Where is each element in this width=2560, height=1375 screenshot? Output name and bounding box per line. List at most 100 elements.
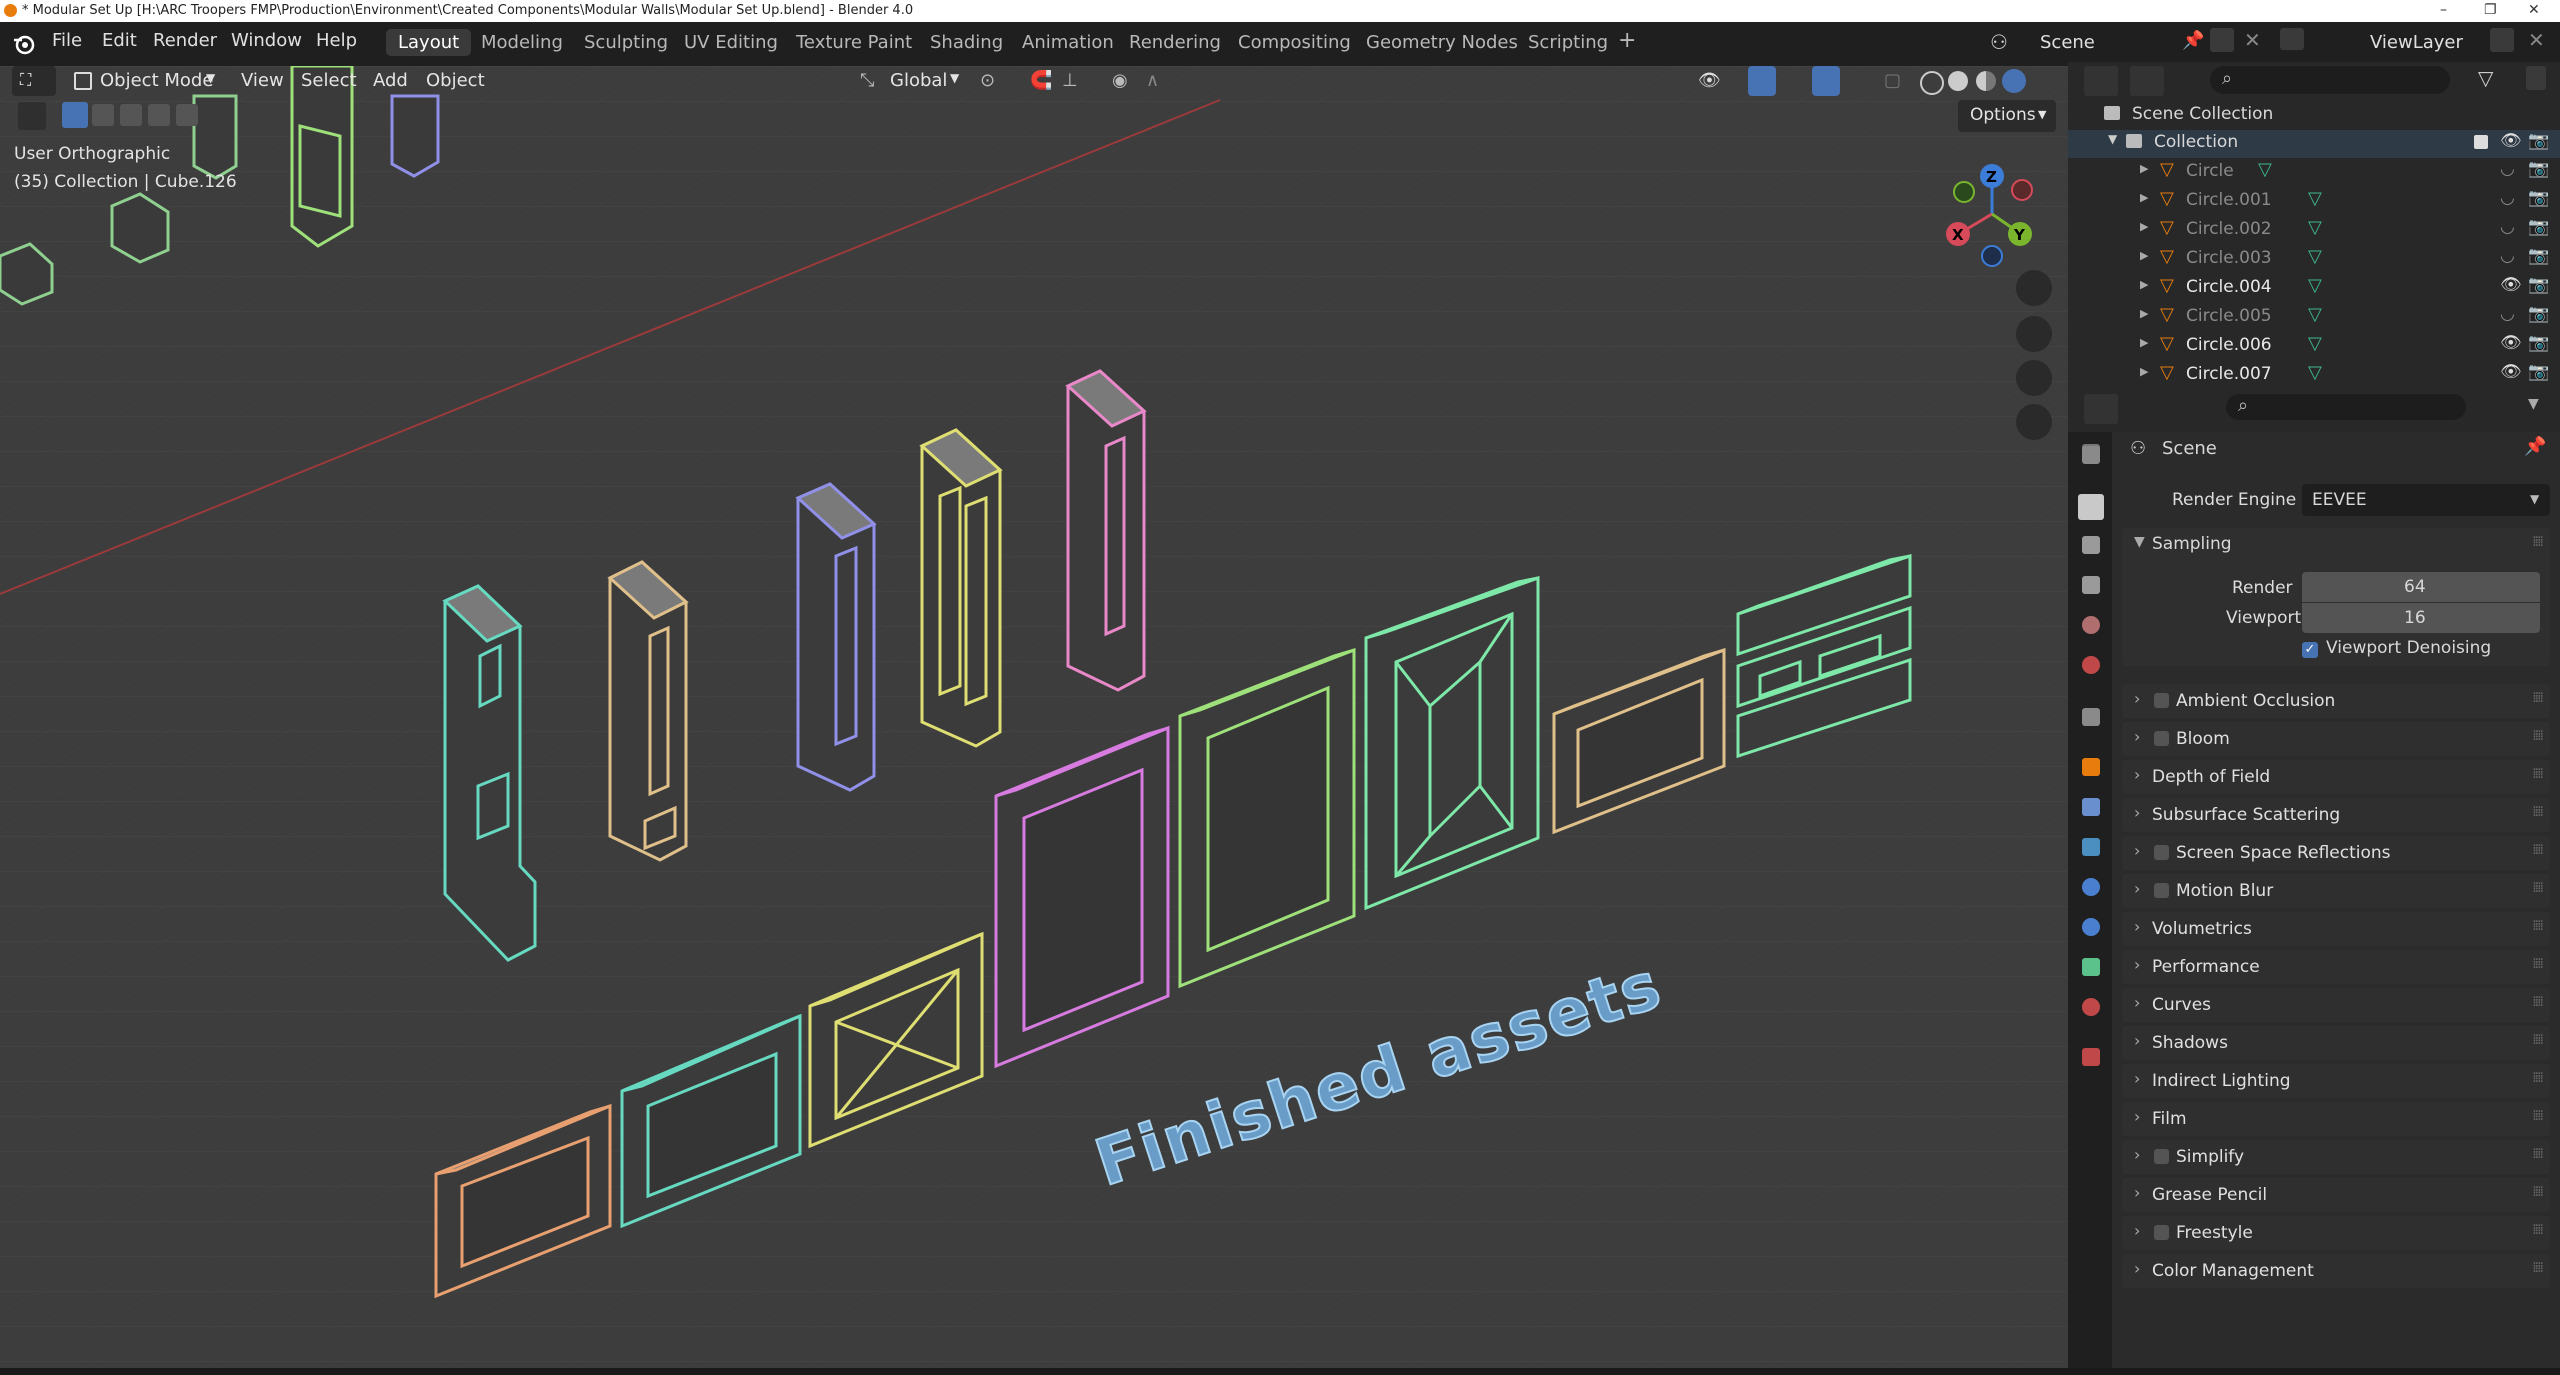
chevron-right-icon[interactable]: ›	[2134, 1145, 2140, 1164]
pillar-partial-green[interactable]	[290, 66, 354, 248]
solid-shading-icon[interactable]	[1948, 71, 1968, 91]
camera-icon[interactable]: 📷	[2528, 362, 2549, 382]
tab-geometry-nodes[interactable]: Geometry Nodes	[1366, 32, 1518, 53]
drag-handle-icon[interactable]: ⁞⁞⁞⁞	[2532, 1070, 2544, 1086]
camera-icon[interactable]: 📷	[2528, 159, 2549, 179]
menu-render[interactable]: Render	[153, 30, 217, 51]
disclosure-triangle-icon[interactable]: ▶	[2140, 249, 2148, 262]
tab-layout[interactable]: Layout	[386, 29, 472, 56]
render-panel-header[interactable]: › Performance ⁞⁞⁞⁞	[2122, 950, 2550, 984]
eye-closed-icon[interactable]: ◡	[2500, 188, 2515, 208]
disclosure-triangle-icon[interactable]: ▶	[2140, 220, 2148, 233]
physics-tab-icon[interactable]	[2082, 878, 2100, 896]
render-samples-field[interactable]: 64	[2302, 572, 2540, 602]
tab-modeling[interactable]: Modeling	[481, 32, 563, 53]
new-collection-icon[interactable]	[2526, 66, 2546, 90]
pivot-point-icon[interactable]: ⊙	[980, 70, 995, 91]
menu-view[interactable]: View	[241, 70, 284, 91]
blender-menu-icon[interactable]	[12, 32, 36, 56]
drag-handle-icon[interactable]: ⁞⁞⁞⁞	[2532, 690, 2544, 706]
output-tab-icon[interactable]	[2082, 536, 2100, 554]
tool-tab-icon[interactable]	[2082, 446, 2100, 464]
drag-handle-icon[interactable]: ⁞⁞⁞⁞	[2532, 804, 2544, 820]
render-panel-header[interactable]: › Subsurface Scattering ⁞⁞⁞⁞	[2122, 798, 2550, 832]
minimize-button[interactable]: –	[2440, 2, 2447, 18]
eye-icon[interactable]: 👁	[2500, 362, 2522, 382]
delete-viewlayer-icon[interactable]: ✕	[2528, 28, 2545, 52]
camera-icon[interactable]: 📷	[2528, 217, 2549, 237]
3d-viewport[interactable]: Finished assets ⛶ Object Mode ▼ View Sel…	[0, 66, 2068, 1368]
material-shading-icon[interactable]	[1976, 71, 1996, 91]
menu-window[interactable]: Window	[231, 30, 302, 51]
chevron-right-icon[interactable]: ›	[2134, 917, 2140, 936]
menu-edit[interactable]: Edit	[102, 30, 137, 51]
render-panel-header[interactable]: › Motion Blur ⁞⁞⁞⁞	[2122, 874, 2550, 908]
outliner-collection[interactable]: ▼ Collection 👁 📷	[2068, 130, 2560, 158]
drag-handle-icon[interactable]: ⁞⁞⁞⁞	[2532, 842, 2544, 858]
select-intersect-icon[interactable]	[176, 104, 198, 126]
panel-enable-checkbox[interactable]	[2154, 731, 2169, 746]
camera-icon[interactable]: 📷	[2528, 188, 2549, 208]
camera-icon[interactable]: 📷	[2528, 333, 2549, 353]
drag-handle-icon[interactable]: ⁞⁞⁞⁞	[2532, 1032, 2544, 1048]
transform-orientation-selector[interactable]: ⤡ Global ▼	[856, 66, 966, 96]
render-tab-icon[interactable]	[2078, 494, 2104, 520]
drag-handle-icon[interactable]: ⁞⁞⁞⁞	[2532, 1108, 2544, 1124]
particles-tab-icon[interactable]	[2082, 838, 2100, 856]
viewport-denoising-checkbox[interactable]: ✓	[2302, 642, 2318, 658]
properties-editor-type-icon[interactable]	[2084, 394, 2118, 424]
panel-enable-checkbox[interactable]	[2154, 883, 2169, 898]
mode-selector[interactable]: Object Mode ▼	[70, 66, 222, 96]
select-subtract-icon[interactable]	[120, 104, 142, 126]
outliner-item[interactable]: ▶ ▽ Circle.001 ▽ ◡ 📷	[2068, 187, 2560, 215]
delete-scene-icon[interactable]: ✕	[2244, 28, 2261, 52]
chevron-right-icon[interactable]: ›	[2134, 727, 2140, 746]
snap-icon[interactable]: 🧲	[1030, 70, 1052, 91]
chevron-right-icon[interactable]: ›	[2134, 1031, 2140, 1050]
outliner-item[interactable]: ▶ ▽ Circle.003 ▽ ◡ 📷	[2068, 245, 2560, 273]
drag-handle-icon[interactable]: ⁞⁞⁞⁞	[2532, 1146, 2544, 1162]
exclude-checkbox[interactable]	[2474, 135, 2488, 149]
view-layer-tab-icon[interactable]	[2082, 576, 2100, 594]
camera-view-icon[interactable]	[2016, 360, 2052, 396]
disclosure-triangle-icon[interactable]: ▶	[2140, 336, 2148, 349]
disclosure-triangle-icon[interactable]: ▶	[2140, 307, 2148, 320]
options-button[interactable]: Options ▼	[1958, 100, 2056, 132]
material-tab-icon[interactable]	[2082, 998, 2100, 1016]
chevron-right-icon[interactable]: ›	[2134, 1069, 2140, 1088]
perspective-grid-icon[interactable]	[2016, 404, 2052, 440]
render-panel-header[interactable]: › Curves ⁞⁞⁞⁞	[2122, 988, 2550, 1022]
viewport-samples-field[interactable]: 16	[2302, 603, 2540, 633]
scene-tab-icon[interactable]	[2082, 616, 2100, 634]
visibility-icon[interactable]: 👁	[1698, 70, 1721, 91]
filter-icon[interactable]: ▽	[2478, 66, 2493, 90]
eye-closed-icon[interactable]: ◡	[2500, 217, 2515, 237]
render-panel-header[interactable]: › Screen Space Reflections ⁞⁞⁞⁞	[2122, 836, 2550, 870]
sampling-title[interactable]: Sampling	[2152, 534, 2232, 554]
tab-texture-paint[interactable]: Texture Paint	[796, 32, 912, 53]
properties-search-input[interactable]	[2226, 394, 2466, 420]
pin-icon[interactable]: 📌	[2524, 436, 2546, 457]
pillar-yellow[interactable]	[919, 428, 1003, 748]
render-panel-header[interactable]: › Freestyle ⁞⁞⁞⁞	[2122, 1216, 2550, 1250]
outliner-item[interactable]: ▶ ▽ Circle.007 ▽ 👁 📷	[2068, 361, 2560, 389]
menu-select[interactable]: Select	[301, 70, 357, 91]
eye-closed-icon[interactable]: ◡	[2500, 159, 2515, 179]
chevron-right-icon[interactable]: ›	[2134, 803, 2140, 822]
chevron-right-icon[interactable]: ›	[2134, 1107, 2140, 1126]
eye-closed-icon[interactable]: ◡	[2500, 304, 2515, 324]
chevron-right-icon[interactable]: ›	[2134, 765, 2140, 784]
drag-handle-icon[interactable]: ⁞⁞⁞⁞	[2532, 918, 2544, 934]
new-scene-icon[interactable]	[2210, 28, 2234, 52]
eye-icon[interactable]: 👁	[2500, 333, 2522, 353]
maximize-button[interactable]: ❐	[2484, 2, 2497, 18]
outliner-search-input[interactable]	[2210, 66, 2450, 94]
chevron-right-icon[interactable]: ›	[2134, 1221, 2140, 1240]
menu-file[interactable]: File	[52, 30, 82, 51]
eye-closed-icon[interactable]: ◡	[2500, 246, 2515, 266]
render-panel-header[interactable]: › Grease Pencil ⁞⁞⁞⁞	[2122, 1178, 2550, 1212]
tab-scripting[interactable]: Scripting	[1528, 32, 1608, 53]
new-viewlayer-icon[interactable]	[2490, 28, 2514, 52]
eye-icon[interactable]: 👁	[2500, 131, 2522, 151]
outliner-item[interactable]: ▶ ▽ Circle ▽ ◡ 📷	[2068, 158, 2560, 186]
